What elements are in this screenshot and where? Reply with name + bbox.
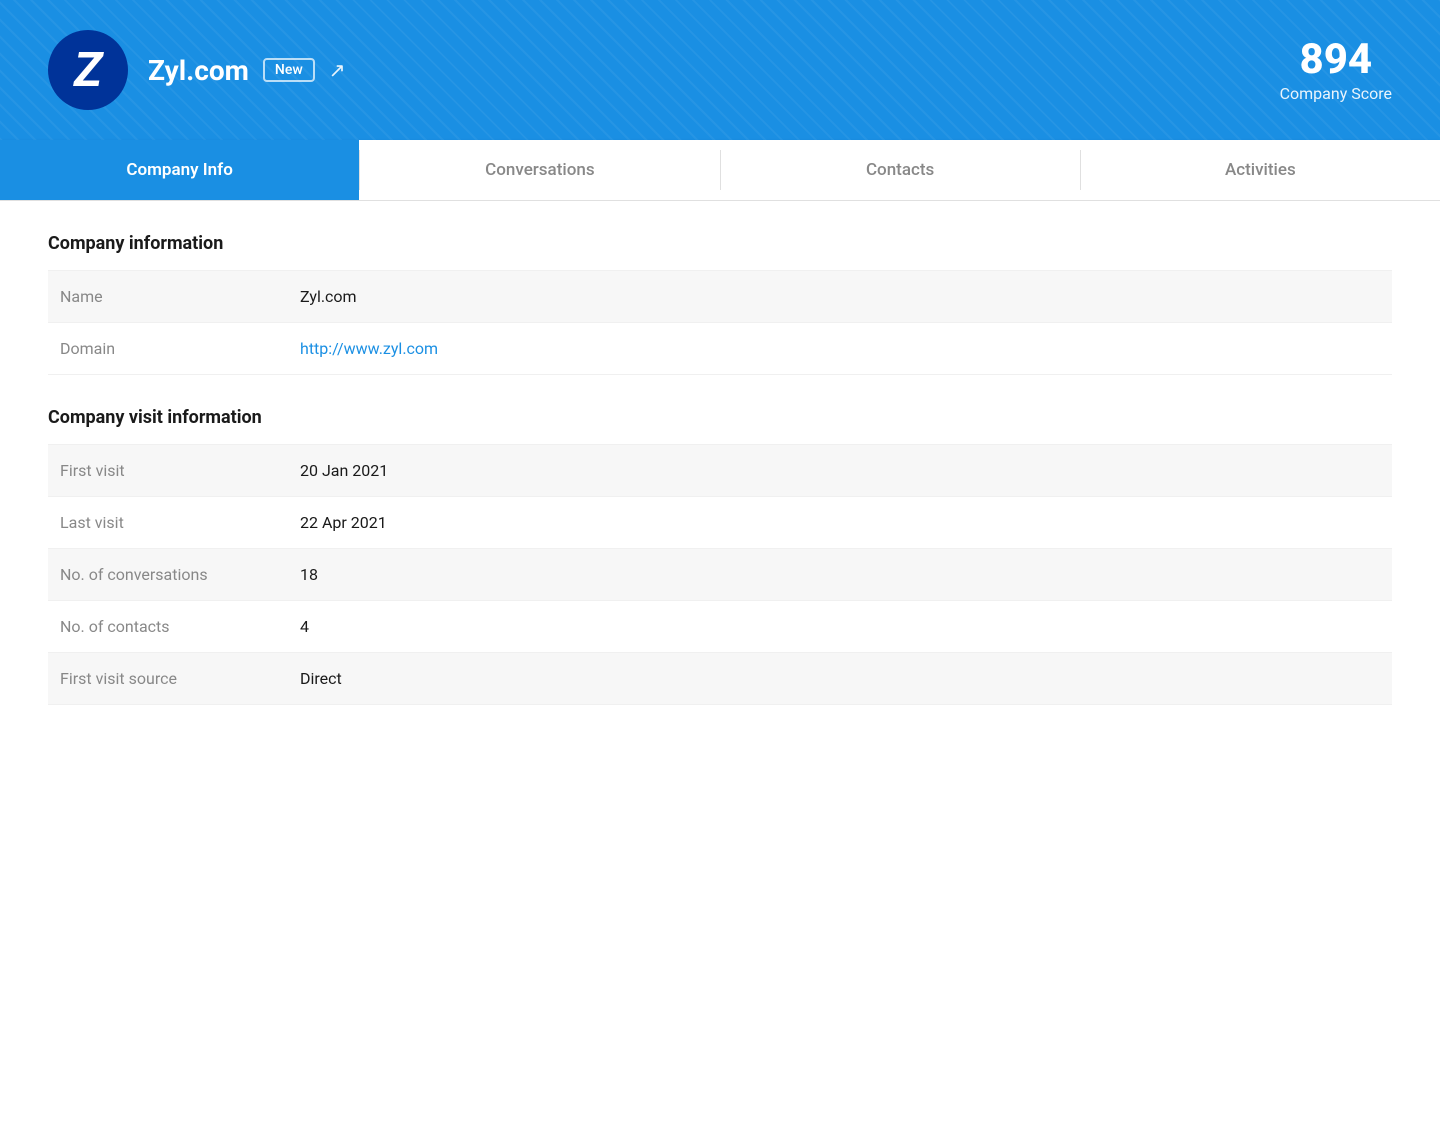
company-score-label: Company Score <box>1280 84 1392 103</box>
table-row: Name Zyl.com <box>48 271 1392 323</box>
tab-company-info[interactable]: Company Info <box>0 140 359 200</box>
tab-conversations[interactable]: Conversations <box>360 140 719 200</box>
tab-activities-label: Activities <box>1225 160 1296 180</box>
first-visit-source-value: Direct <box>288 653 1392 705</box>
num-contacts-value: 4 <box>288 601 1392 653</box>
table-row: First visit 20 Jan 2021 <box>48 445 1392 497</box>
domain-link[interactable]: http://www.zyl.com <box>300 339 438 358</box>
table-row: Last visit 22 Apr 2021 <box>48 497 1392 549</box>
name-label: Name <box>48 271 288 323</box>
company-information-title: Company information <box>48 233 1392 254</box>
first-visit-value: 20 Jan 2021 <box>288 445 1392 497</box>
tab-activities[interactable]: Activities <box>1081 140 1440 200</box>
page-header: Z Zyl.com New ↗ 894 Company Score <box>0 0 1440 140</box>
table-row: Domain http://www.zyl.com <box>48 323 1392 375</box>
company-score-number: 894 <box>1280 37 1392 83</box>
new-badge: New <box>263 58 315 82</box>
num-conversations-label: No. of conversations <box>48 549 288 601</box>
last-visit-label: Last visit <box>48 497 288 549</box>
main-content: Company information Name Zyl.com Domain … <box>0 201 1440 769</box>
company-information-table: Name Zyl.com Domain http://www.zyl.com <box>48 270 1392 375</box>
tab-contacts-label: Contacts <box>866 160 934 180</box>
visit-information-section: Company visit information First visit 20… <box>48 407 1392 705</box>
company-name: Zyl.com <box>148 54 249 87</box>
domain-label: Domain <box>48 323 288 375</box>
name-value: Zyl.com <box>288 271 1392 323</box>
table-row: No. of contacts 4 <box>48 601 1392 653</box>
company-logo: Z <box>48 30 128 110</box>
num-contacts-label: No. of contacts <box>48 601 288 653</box>
header-left: Z Zyl.com New ↗ <box>48 30 346 110</box>
first-visit-source-label: First visit source <box>48 653 288 705</box>
tab-company-info-label: Company Info <box>126 160 232 180</box>
nav-tabs: Company Info Conversations Contacts Acti… <box>0 140 1440 201</box>
num-conversations-value: 18 <box>288 549 1392 601</box>
company-information-section: Company information Name Zyl.com Domain … <box>48 233 1392 375</box>
visit-information-title: Company visit information <box>48 407 1392 428</box>
table-row: No. of conversations 18 <box>48 549 1392 601</box>
company-logo-letter: Z <box>74 46 102 94</box>
tab-contacts[interactable]: Contacts <box>721 140 1080 200</box>
domain-value[interactable]: http://www.zyl.com <box>288 323 1392 375</box>
visit-information-table: First visit 20 Jan 2021 Last visit 22 Ap… <box>48 444 1392 705</box>
tab-conversations-label: Conversations <box>485 160 594 180</box>
table-row: First visit source Direct <box>48 653 1392 705</box>
first-visit-label: First visit <box>48 445 288 497</box>
company-score-area: 894 Company Score <box>1280 37 1392 102</box>
company-title-area: Zyl.com New ↗ <box>148 54 346 87</box>
last-visit-value: 22 Apr 2021 <box>288 497 1392 549</box>
external-link-icon[interactable]: ↗ <box>329 58 346 82</box>
